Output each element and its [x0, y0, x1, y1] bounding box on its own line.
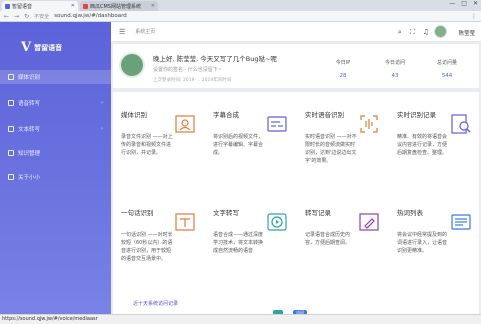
sidebar-item-speech[interactable]: 语音转写 › — [0, 96, 111, 110]
card-text-to-speech[interactable]: 文字转写 语音合成——通过深度学习技术，将文本转换成自然流畅的语音 — [207, 196, 295, 294]
record-search-icon — [449, 112, 473, 136]
card-title: 实时识别记录 — [397, 111, 436, 119]
about-icon — [8, 174, 14, 180]
top-header: ☰ 系统主页 ⌕ ⛶ ♫ 陈莹莹 — [111, 22, 481, 42]
sidebar-item-label: 媒体识别 — [18, 75, 41, 81]
card-title: 一句话识别 — [121, 209, 154, 217]
card-realtime-record[interactable]: 实时识别记录 精准、有效的将语音会议内容进行记录，方便后期复盘检查、整理。 — [391, 98, 479, 196]
maximize-icon[interactable]: □ — [461, 0, 467, 7]
sidebar-item-about[interactable]: 关于小小 — [0, 170, 111, 184]
address-bar: ← → ↻ 不安全 sound.qjw.jw/#/dashboard ⋮ — [0, 11, 481, 22]
header-tools: ⌕ ⛶ ♫ — [398, 28, 429, 37]
card-realtime-recognition[interactable]: 实时语音识别 实时语音识别 ——对不限时长的音频流做实时识别，达到'边说边出文字… — [299, 98, 387, 196]
card-desc: 一句话识别 ——对时长较短（60秒以内）的语音进行识别，用于较短的语音交互场景中… — [121, 232, 173, 262]
chevron-right-icon: › — [101, 100, 103, 106]
subtitle-icon — [265, 112, 289, 136]
sidebar-item-label: 语音转写 — [18, 101, 41, 107]
speech-icon — [8, 100, 14, 106]
stat-label: 今日访问 — [384, 60, 405, 66]
stat-value: 28 — [339, 73, 347, 79]
browser-menu-icon[interactable]: ⋮ — [471, 13, 477, 20]
sidebar-item-label: 关于小小 — [18, 175, 41, 181]
logo-text: 暂留语音 — [34, 43, 63, 52]
media-icon — [8, 74, 14, 80]
sidebar-item-media[interactable]: 媒体识别 — [0, 70, 111, 84]
knowledge-icon — [8, 150, 14, 156]
stat-value: 43 — [391, 73, 399, 79]
card-transcribe-record[interactable]: 转写记录 记录语音合成历史内容，方便后期查阅。 — [299, 196, 387, 294]
last-login-text: 上次登录时间: 2019-... 2019年的时间 — [153, 78, 232, 83]
browser-tabbar: 暂留语音 ✕ 西瓜CMS网站管理系统 ✕ — □ ✕ — [0, 0, 481, 11]
signature-text[interactable]: 设置你的签名 · 什么也没留下~ — [153, 66, 222, 73]
close-tab-icon[interactable]: ✕ — [71, 3, 75, 9]
sidebar-item-text[interactable]: 文本转写 › — [0, 122, 111, 136]
minimize-icon[interactable]: — — [449, 0, 455, 7]
card-hotword-list[interactable]: 热词列表 将会议中经常提及到的词语进行录入，让语音识别更精准。 — [391, 196, 479, 294]
forward-icon[interactable]: → — [14, 13, 19, 20]
stat-label: 今日IP — [335, 60, 351, 66]
card-desc: 实时语音识别 ——对不限时长的音频流做实时识别，达到'边说边出文字'的效果。 — [305, 134, 357, 164]
card-sentence-recognition[interactable]: 一句话识别 一句话识别 ——对时长较短（60秒以内）的语音进行识别，用于较短的语… — [115, 196, 203, 294]
avatar[interactable] — [434, 25, 447, 38]
card-media-recognition[interactable]: 媒体识别 录音文件识别 ——对上传的录音和视频文件进行识别，并记录。 — [115, 98, 203, 196]
transcribe-record-icon — [357, 210, 381, 234]
card-desc: 记录语音合成历史内容，方便后期查阅。 — [305, 232, 351, 246]
menu-fold-icon[interactable]: ☰ — [119, 28, 125, 36]
breadcrumb[interactable]: 系统主页 — [135, 28, 155, 35]
user-avatar — [119, 52, 145, 78]
user-name[interactable]: 陈莹莹 — [458, 29, 475, 37]
tab-label: 西瓜CMS网站管理系统 — [90, 3, 141, 10]
visit-record-link[interactable]: 近十天系统访问记录 — [133, 300, 178, 307]
url-field[interactable]: sound.qjw.jw/#/dashboard — [54, 13, 127, 19]
search-icon[interactable]: ⌕ — [398, 28, 402, 37]
chevron-right-icon: › — [101, 126, 103, 132]
browser-tab[interactable]: 西瓜CMS网站管理系统 ✕ — [80, 1, 158, 11]
sidebar: V 暂留语音 媒体识别 语音转写 › 文本转写 › 知识管理 关于小小 — [0, 22, 111, 324]
card-desc: 语音合成——通过深度学习技术，将文本转换成自然流畅的语音 — [213, 232, 264, 254]
media-recognition-icon — [173, 112, 197, 136]
sidebar-item-knowledge[interactable]: 知识管理 — [0, 146, 111, 160]
logo: V 暂留语音 — [21, 40, 62, 55]
stat-visits-today: 今日访问 43 — [375, 59, 415, 79]
text-to-speech-icon — [265, 210, 289, 234]
card-subtitle[interactable]: 字幕合成 将识别后的视频文件，进行字幕编辑、字幕合成。 — [207, 98, 295, 196]
close-tab-icon[interactable]: ✕ — [151, 3, 155, 9]
back-icon[interactable]: ← — [4, 13, 9, 20]
stat-label: 总访问量 — [436, 60, 457, 66]
sidebar-item-label: 文本转写 — [18, 127, 41, 133]
text-icon — [8, 126, 14, 132]
tab-label: 暂留语音 — [12, 3, 33, 10]
realtime-icon — [357, 112, 381, 136]
stat-value: 544 — [441, 73, 453, 79]
card-title: 文字转写 — [213, 209, 239, 217]
card-title: 字幕合成 — [213, 111, 239, 119]
welcome-panel: 晚上好, 陈莹莹, 今天又写了几个Bug哒~呢 设置你的签名 · 什么也没留下~… — [113, 44, 479, 88]
fullscreen-icon[interactable]: ⛶ — [410, 28, 415, 37]
sentence-icon — [173, 210, 197, 234]
browser-tab-active[interactable]: 暂留语音 ✕ — [2, 1, 78, 11]
greeting-text: 晚上好, 陈莹莹, 今天又写了几个Bug哒~呢 — [153, 55, 277, 63]
card-desc: 将会议中经常提及到的词语进行录入，让语音识别更精准。 — [397, 232, 448, 254]
card-title: 转写记录 — [305, 209, 331, 217]
logo-mark: V — [21, 40, 32, 55]
card-desc: 精准、有效的将语音会议内容进行记录，方便后期复盘检查、整理。 — [397, 134, 448, 156]
stat-ip: 今日IP 28 — [323, 59, 363, 79]
bell-icon[interactable]: ♫ — [423, 28, 429, 37]
reload-icon[interactable]: ↻ — [24, 13, 29, 20]
sidebar-item-label: 知识管理 — [18, 151, 41, 157]
card-title: 媒体识别 — [121, 111, 147, 119]
content-area: 媒体识别 录音文件识别 ——对上传的录音和视频文件进行识别，并记录。 字幕合成 … — [113, 92, 479, 324]
security-indicator[interactable]: 不安全 — [34, 13, 49, 20]
card-desc: 将识别后的视频文件，进行字幕编辑、字幕合成。 — [213, 134, 264, 156]
window-controls: — □ ✕ — [449, 0, 478, 7]
tab-favicon-icon — [83, 3, 88, 9]
browser-status-bar: https://sound.qjw.jw/#/voice/mediaasr — [0, 314, 481, 324]
card-desc: 录音文件识别 ——对上传的录音和视频文件进行识别，并记录。 — [121, 134, 173, 156]
close-window-icon[interactable]: ✕ — [473, 0, 478, 7]
card-title: 热词列表 — [397, 209, 423, 217]
hotword-list-icon — [449, 210, 473, 234]
card-title: 实时语音识别 — [305, 111, 344, 119]
tab-favicon-icon — [5, 3, 10, 9]
stat-total-visits: 总访问量 544 — [427, 59, 467, 79]
